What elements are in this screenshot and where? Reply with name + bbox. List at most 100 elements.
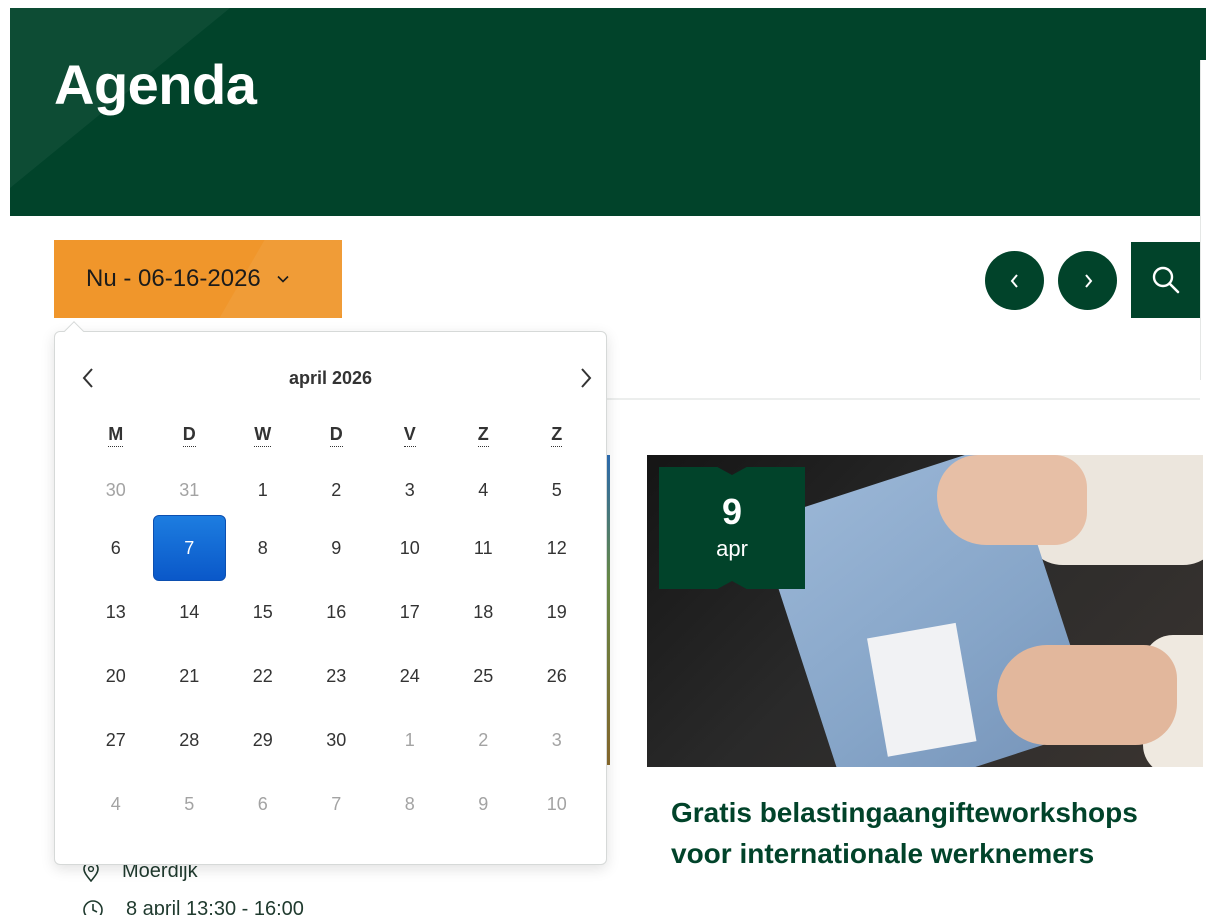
day-number: 28: [179, 729, 200, 750]
datepicker-day[interactable]: 3: [520, 708, 594, 772]
datepicker-day[interactable]: 27: [79, 708, 153, 772]
day-number: 15: [252, 601, 273, 622]
datepicker-day[interactable]: 8: [373, 772, 447, 836]
day-number: 6: [110, 537, 121, 558]
day-number: 24: [399, 665, 420, 686]
search-icon: [1152, 266, 1179, 294]
datepicker-popup: april 2026 M D W D V Z Z 30 31 1 2 3 4 5 6 7 8 9 10 11 12 13 1…: [54, 321, 607, 865]
weekday-label: D: [329, 424, 343, 447]
datepicker-day[interactable]: 30: [79, 464, 153, 516]
datepicker-day[interactable]: 21: [153, 644, 227, 708]
datepicker-grid: M D W D V Z Z 30 31 1 2 3 4 5 6 7 8 9 10 11 12 13 14 15 16 17 18 19…: [79, 424, 594, 836]
day-number: 22: [252, 665, 273, 686]
datepicker-day[interactable]: 4: [447, 464, 521, 516]
datepicker-day[interactable]: 25: [447, 644, 521, 708]
datepicker-day[interactable]: 26: [520, 644, 594, 708]
event-time-row: 8 april 13:30 - 16:00: [82, 898, 304, 915]
datepicker-day[interactable]: 6: [226, 772, 300, 836]
datepicker-day[interactable]: 19: [520, 580, 594, 644]
day-number: 3: [551, 729, 562, 750]
datepicker-day[interactable]: 3: [373, 464, 447, 516]
day-number: 19: [546, 601, 567, 622]
image-hand: [937, 455, 1087, 545]
clock-icon: [83, 899, 103, 915]
day-number: 4: [110, 793, 121, 814]
day-number: 13: [105, 601, 126, 622]
weekday-header: W: [226, 424, 300, 464]
day-number: 14: [179, 601, 200, 622]
day-number: 7: [331, 793, 342, 814]
badge-month: apr: [716, 536, 748, 561]
datepicker-day[interactable]: 23: [300, 644, 374, 708]
datepicker-day[interactable]: 12: [520, 516, 594, 580]
datepicker-day[interactable]: 16: [300, 580, 374, 644]
weekday-label: Z: [477, 424, 489, 447]
datepicker-day[interactable]: 29: [226, 708, 300, 772]
datepicker-day-selected[interactable]: 7: [152, 515, 226, 581]
chevron-down-icon: [277, 275, 289, 283]
day-number: 23: [326, 665, 347, 686]
page-title: Agenda: [54, 53, 257, 116]
weekday-label: M: [108, 424, 124, 447]
datepicker-day[interactable]: 2: [300, 464, 374, 516]
event-time: 8 april 13:30 - 16:00: [126, 898, 304, 915]
datepicker-day[interactable]: 11: [447, 516, 521, 580]
datepicker-day[interactable]: 22: [226, 644, 300, 708]
day-number: 27: [105, 729, 126, 750]
day-number: 8: [404, 793, 415, 814]
day-number: 25: [473, 665, 494, 686]
day-number: 29: [252, 729, 273, 750]
datepicker-day[interactable]: 1: [373, 708, 447, 772]
datepicker-day[interactable]: 10: [373, 516, 447, 580]
datepicker-next-month[interactable]: [571, 362, 601, 394]
day-number: 10: [546, 793, 567, 814]
next-period-button[interactable]: [1058, 251, 1117, 310]
day-number: 10: [399, 537, 420, 558]
day-number: 3: [404, 479, 415, 500]
datepicker-day[interactable]: 5: [520, 464, 594, 516]
page-header: Agenda: [10, 8, 1206, 216]
previous-period-button[interactable]: [985, 251, 1044, 310]
event-title[interactable]: Gratis belastingaangifteworkshops voor i…: [671, 792, 1181, 874]
datepicker-day[interactable]: 14: [153, 580, 227, 644]
datepicker-day[interactable]: 4: [79, 772, 153, 836]
datepicker-day[interactable]: 15: [226, 580, 300, 644]
event-date-badge: 9 apr: [659, 467, 805, 589]
date-filter-button[interactable]: Nu - 06-16-2026: [54, 240, 342, 318]
day-number: 21: [179, 665, 200, 686]
weekday-header: M: [79, 424, 153, 464]
day-number: 8: [257, 537, 268, 558]
day-number: 17: [399, 601, 420, 622]
day-number: 2: [478, 729, 489, 750]
datepicker-day[interactable]: 30: [300, 708, 374, 772]
datepicker-day[interactable]: 5: [153, 772, 227, 836]
datepicker-day[interactable]: 6: [79, 516, 153, 580]
chevron-left-icon: [1010, 273, 1018, 288]
datepicker-day[interactable]: 2: [447, 708, 521, 772]
chevron-right-icon: [581, 368, 592, 388]
datepicker-day[interactable]: 9: [300, 516, 374, 580]
weekday-label: W: [254, 424, 272, 447]
weekday-label: V: [403, 424, 416, 447]
day-number: 4: [478, 479, 489, 500]
datepicker-day[interactable]: 17: [373, 580, 447, 644]
day-number: 9: [331, 537, 342, 558]
datepicker-day[interactable]: 20: [79, 644, 153, 708]
datepicker-day[interactable]: 13: [79, 580, 153, 644]
weekday-header: Z: [520, 424, 594, 464]
datepicker-day[interactable]: 1: [226, 464, 300, 516]
datepicker-day[interactable]: 31: [153, 464, 227, 516]
chevron-right-icon: [1084, 273, 1092, 288]
datepicker-day[interactable]: 8: [226, 516, 300, 580]
weekday-header: Z: [447, 424, 521, 464]
day-number: 11: [473, 537, 493, 558]
datepicker-day[interactable]: 24: [373, 644, 447, 708]
search-button[interactable]: [1131, 242, 1200, 318]
day-number: 1: [404, 729, 415, 750]
datepicker-day[interactable]: 9: [447, 772, 521, 836]
datepicker-day[interactable]: 28: [153, 708, 227, 772]
datepicker-day[interactable]: 18: [447, 580, 521, 644]
datepicker-day[interactable]: 7: [300, 772, 374, 836]
day-number: 12: [546, 537, 567, 558]
datepicker-day[interactable]: 10: [520, 772, 594, 836]
